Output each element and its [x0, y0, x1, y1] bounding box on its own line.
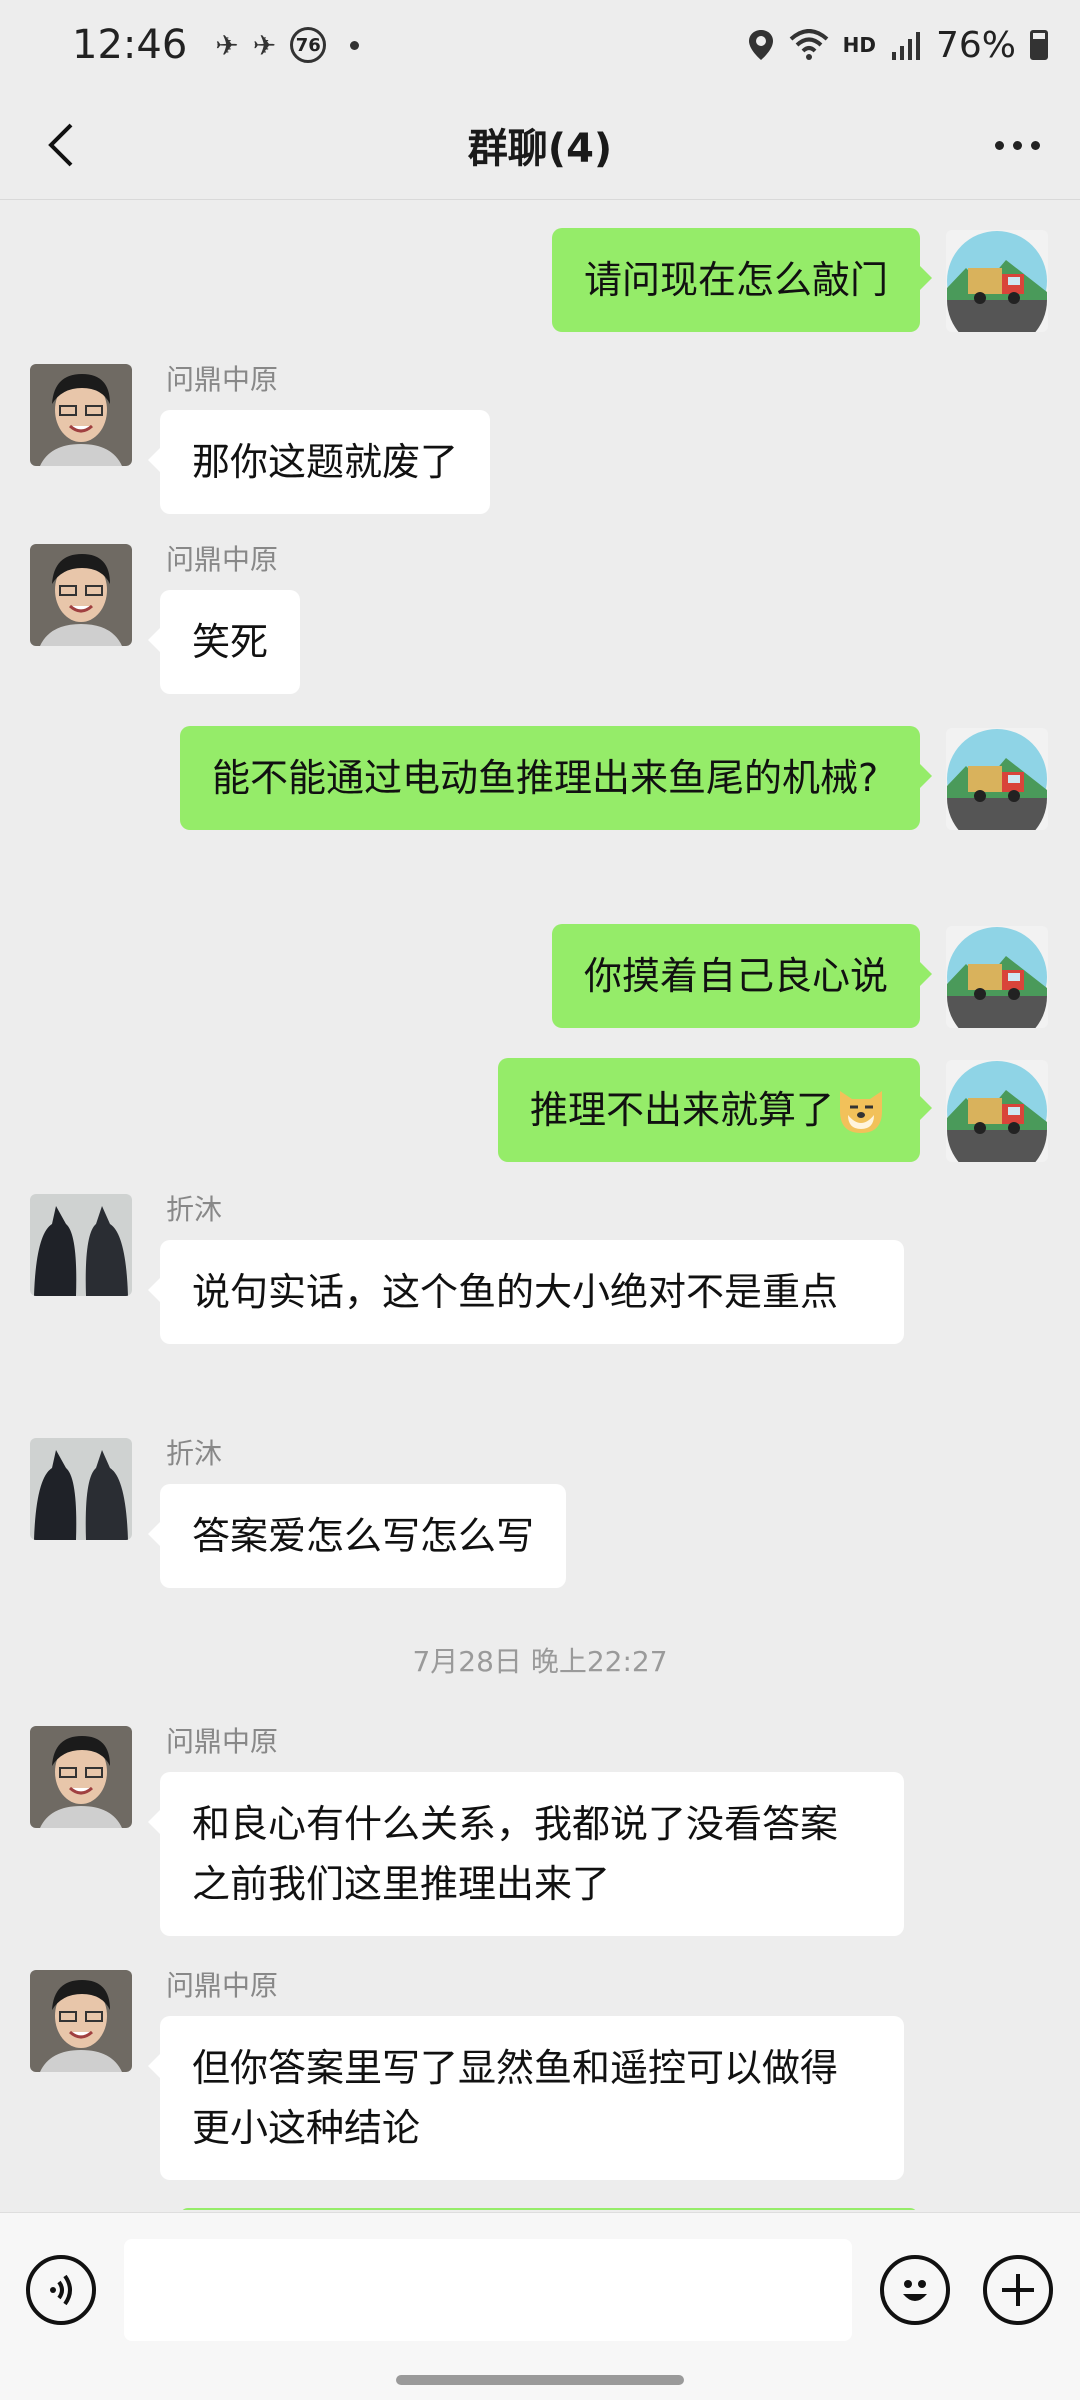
message-row: 问鼎中原 和良心有什么关系，我都说了没看答案之前我们这里推理出来了 [0, 1724, 1080, 1944]
chevron-left-icon [48, 123, 73, 167]
signal-icon [891, 32, 920, 60]
back-button[interactable] [30, 112, 90, 178]
user-avatar[interactable] [30, 544, 132, 646]
cat-avatar-icon [30, 1194, 132, 1296]
user-avatar[interactable] [30, 364, 132, 466]
status-bar: 12:46 ✈ ✈ 76 HD 76% [0, 0, 1080, 90]
user-avatar[interactable] [30, 1438, 132, 1540]
sender-name: 问鼎中原 [166, 363, 279, 396]
more-button[interactable] [982, 112, 1052, 178]
sender-name: 折沐 [166, 1437, 223, 1470]
user-avatar[interactable] [30, 1970, 132, 2072]
message-bubble[interactable]: 请问现在怎么敲门 [551, 228, 933, 332]
message-text: 推理不出来就算了 [529, 1088, 834, 1132]
my-avatar[interactable] [946, 230, 1048, 332]
sender-name: 折沐 [166, 1193, 223, 1226]
chat-timestamp: 7月28日 晚上22:27 [412, 1645, 668, 1678]
partial-message-bubble [180, 2208, 918, 2210]
app-notification-icon: ✈ [252, 28, 277, 62]
cat-avatar-icon [30, 1438, 132, 1540]
user-avatar[interactable] [30, 1726, 132, 1828]
truck-avatar-icon [946, 230, 1048, 332]
person-avatar-icon [30, 364, 132, 466]
person-avatar-icon [30, 544, 132, 646]
truck-avatar-icon [946, 728, 1048, 830]
input-bar [0, 2212, 1080, 2400]
my-avatar[interactable] [946, 926, 1048, 1028]
message-row: 问鼎中原 笑死 [0, 542, 1080, 694]
message-row: 请问现在怎么敲门 [0, 228, 1080, 334]
message-bubble[interactable]: 但你答案里写了显然鱼和遥控可以做得更小这种结论 [148, 2016, 904, 2180]
message-bubble[interactable]: 那你这题就废了 [147, 410, 491, 514]
user-avatar[interactable] [30, 1194, 132, 1296]
battery-percent: 76% [935, 24, 1016, 66]
message-row: 折沐 说句实话，这个鱼的大小绝对不是重点 [0, 1192, 1080, 1412]
truck-avatar-icon [946, 1060, 1048, 1162]
emoji-button[interactable] [880, 2255, 950, 2325]
message-bubble[interactable]: 答案爱怎么写怎么写 [147, 1484, 567, 1588]
sender-name: 问鼎中原 [166, 1969, 279, 2002]
sender-name: 问鼎中原 [166, 1725, 279, 1758]
person-avatar-icon [30, 1726, 132, 1828]
chat-title: 群聊(4) [467, 125, 613, 172]
message-row: 你摸着自己良心说 [0, 924, 1080, 1030]
message-row: 能不能通过电动鱼推理出来鱼尾的机械? [0, 726, 1080, 896]
message-bubble[interactable]: 说句实话，这个鱼的大小绝对不是重点 [148, 1240, 904, 1344]
notification-badge: 76 [290, 27, 327, 63]
emoji-icon [903, 2280, 927, 2301]
truck-avatar-icon [946, 926, 1048, 1028]
message-row: 问鼎中原 那你这题就废了 [0, 362, 1080, 514]
message-row: 折沐 答案爱怎么写怎么写 [0, 1436, 1080, 1588]
message-input[interactable] [124, 2239, 852, 2341]
message-bubble[interactable]: 推理不出来就算了 [497, 1058, 933, 1162]
message-row: 问鼎中原 但你答案里写了显然鱼和遥控可以做得更小这种结论 [0, 1968, 1080, 2188]
message-bubble[interactable]: 和良心有什么关系，我都说了没看答案之前我们这里推理出来了 [148, 1772, 904, 1936]
battery-icon [1030, 30, 1048, 60]
location-icon [748, 30, 773, 60]
plus-icon [1002, 2274, 1034, 2306]
voice-icon [50, 2274, 72, 2306]
chat-message-list[interactable]: 请问现在怎么敲门 问鼎中原 那你这题就废了 问鼎中原 笑死 能不能通过电动鱼推理… [0, 200, 1080, 2210]
nav-bar: 群聊(4) [0, 90, 1080, 200]
status-time: 12:46 [72, 22, 188, 68]
my-avatar[interactable] [946, 1060, 1048, 1162]
doge-emoji-icon [840, 1091, 882, 1133]
message-bubble[interactable]: 能不能通过电动鱼推理出来鱼尾的机械? [180, 726, 932, 830]
person-avatar-icon [30, 1970, 132, 2072]
more-dots-icon [994, 140, 1004, 150]
wifi-icon [789, 29, 828, 60]
message-row: 推理不出来就算了 [0, 1058, 1080, 1164]
my-avatar[interactable] [946, 728, 1048, 830]
message-bubble[interactable]: 你摸着自己良心说 [551, 924, 933, 1028]
notification-dot-icon [350, 40, 360, 50]
sender-name: 问鼎中原 [166, 543, 279, 576]
app-notification-icon: ✈ [215, 28, 239, 62]
more-functions-button[interactable] [983, 2255, 1053, 2325]
network-type-label: HD [842, 33, 876, 57]
message-bubble[interactable]: 笑死 [147, 590, 301, 694]
home-indicator[interactable] [396, 2375, 684, 2385]
voice-button[interactable] [26, 2255, 96, 2325]
